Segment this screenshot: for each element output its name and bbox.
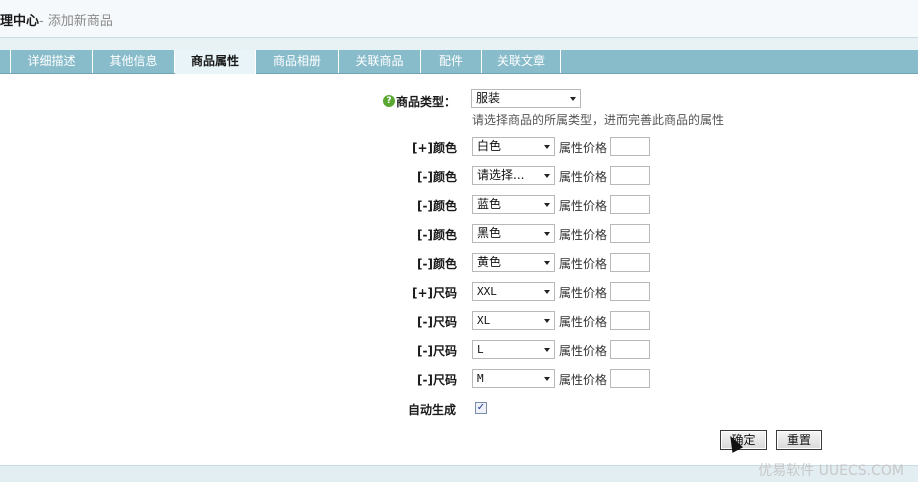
attribute-price-label: 属性价格 xyxy=(559,315,608,329)
attribute-price-input[interactable] xyxy=(610,224,650,243)
attribute-price-label: 属性价格 xyxy=(559,228,608,242)
page-title-main: 理中心 xyxy=(0,14,40,29)
attribute-price-label: 属性价格 xyxy=(559,199,608,213)
tab-detail-description[interactable]: 详细描述 xyxy=(11,50,93,73)
attribute-value: 黄色 xyxy=(477,255,502,269)
attribute-value-select[interactable]: XXL xyxy=(472,282,555,301)
tab-product-gallery[interactable]: 商品相册 xyxy=(256,50,339,73)
chevron-down-icon xyxy=(544,348,550,352)
attribute-price-label: 属性价格 xyxy=(559,141,608,155)
attribute-price-input[interactable] xyxy=(610,253,650,272)
attribute-value-select[interactable]: M xyxy=(472,369,555,388)
chevron-down-icon xyxy=(544,377,550,381)
attribute-price-input[interactable] xyxy=(610,369,650,388)
page-title: 理中心- 添加新商品 xyxy=(0,10,113,29)
attribute-label: [-]颜色 xyxy=(417,199,457,213)
attribute-label: [-]尺码 xyxy=(417,344,457,358)
tab-related-products[interactable]: 关联商品 xyxy=(339,50,421,73)
attribute-price-label: 属性价格 xyxy=(559,257,608,271)
chevron-down-icon xyxy=(544,174,550,178)
attribute-value-select[interactable]: 蓝色 xyxy=(472,195,555,214)
chevron-down-icon xyxy=(570,97,576,101)
chevron-down-icon xyxy=(544,203,550,207)
tab-general[interactable] xyxy=(0,50,11,73)
attribute-value: 请选择... xyxy=(477,168,525,182)
product-type-value: 服装 xyxy=(476,91,501,105)
chevron-down-icon xyxy=(544,290,550,294)
attribute-price-label: 属性价格 xyxy=(559,170,608,184)
product-type-select[interactable]: 服装 xyxy=(471,89,581,108)
attribute-value: XXL xyxy=(477,285,497,298)
product-type-hint: 请选择商品的所属类型，进而完善此商品的属性 xyxy=(472,113,725,127)
chevron-down-icon xyxy=(544,319,550,323)
attribute-value-select[interactable]: 黄色 xyxy=(472,253,555,272)
chevron-down-icon xyxy=(544,261,550,265)
attribute-label: [-]尺码 xyxy=(417,373,457,387)
tab-other-info[interactable]: 其他信息 xyxy=(93,50,175,73)
chevron-down-icon xyxy=(544,145,550,149)
attribute-label: [+]颜色 xyxy=(411,141,457,155)
attribute-value-select[interactable]: 黑色 xyxy=(472,224,555,243)
attribute-value: 白色 xyxy=(477,139,502,153)
product-type-label: 商品类型： xyxy=(396,95,457,109)
reset-button[interactable]: 重置 xyxy=(776,430,822,450)
attribute-price-label: 属性价格 xyxy=(559,373,608,387)
page-subtitle: - 添加新商品 xyxy=(39,14,113,29)
tab-accessories[interactable]: 配件 xyxy=(421,50,482,73)
chevron-down-icon xyxy=(544,232,550,236)
attribute-price-input[interactable] xyxy=(610,137,650,156)
attribute-value-select[interactable]: 白色 xyxy=(472,137,555,156)
attribute-price-label: 属性价格 xyxy=(559,344,608,358)
attribute-price-input[interactable] xyxy=(610,195,650,214)
attribute-label: [+]尺码 xyxy=(411,286,457,300)
attribute-label: [-]尺码 xyxy=(417,315,457,329)
attribute-value-select[interactable]: 请选择... xyxy=(472,166,555,185)
attribute-value: XL xyxy=(477,314,491,327)
attribute-value: M xyxy=(477,372,484,385)
attribute-price-input[interactable] xyxy=(610,166,650,185)
page-header: 理中心- 添加新商品 xyxy=(0,0,918,37)
attribute-label: [-]颜色 xyxy=(417,228,457,242)
tab-related-articles[interactable]: 关联文章 xyxy=(482,50,561,73)
attribute-value-select[interactable]: L xyxy=(472,340,555,359)
tab-bar: 详细描述 其他信息 商品属性 商品相册 关联商品 配件 关联文章 xyxy=(0,50,918,74)
watermark: 优易软件 UUECS.COM xyxy=(758,463,904,479)
attribute-price-input[interactable] xyxy=(610,340,650,359)
attribute-price-label: 属性价格 xyxy=(559,286,608,300)
tab-product-attributes[interactable]: 商品属性 xyxy=(175,50,256,74)
auto-generate-label: 自动生成 xyxy=(408,403,457,417)
attribute-label: [-]颜色 xyxy=(417,257,457,271)
attribute-value-select[interactable]: XL xyxy=(472,311,555,330)
attribute-price-input[interactable] xyxy=(610,282,650,301)
auto-generate-checkbox[interactable]: ✓ xyxy=(475,402,487,414)
help-icon[interactable]: ? xyxy=(383,95,395,107)
attribute-value: L xyxy=(477,343,484,356)
attribute-value: 黑色 xyxy=(477,226,502,240)
attribute-label: [-]颜色 xyxy=(417,170,457,184)
attribute-value: 蓝色 xyxy=(477,197,502,211)
attribute-price-input[interactable] xyxy=(610,311,650,330)
spacer-band xyxy=(0,38,918,50)
